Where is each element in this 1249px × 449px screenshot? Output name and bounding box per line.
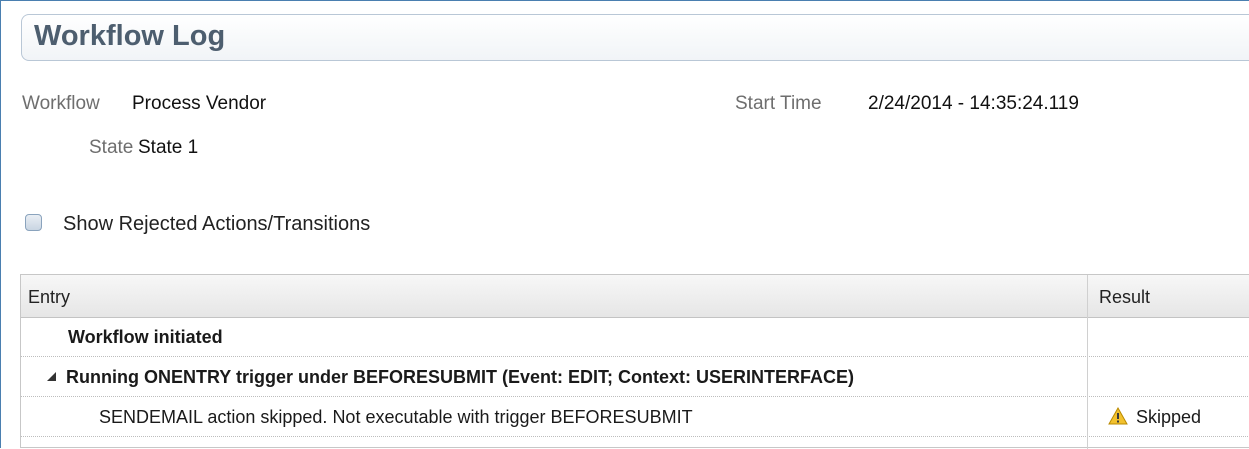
show-rejected-label[interactable]: Show Rejected Actions/Transitions [63,213,370,236]
expand-collapse-icon[interactable] [47,372,56,381]
workflow-value: Process Vendor [132,93,267,114]
window-left-edge [0,0,1,448]
window-top-edge [0,0,1249,9]
state-label: State [89,137,134,158]
grid-header: Entry Result [21,275,1249,318]
row-entry-text: Workflow initiated [68,327,223,347]
row-entry-text: SENDEMAIL action skipped. Not executable… [99,407,693,427]
column-header-result[interactable]: Result [1099,287,1150,308]
table-row[interactable]: Running ONENTRY trigger under BEFORESUBM… [21,357,1249,397]
row-entry-text: Running ONENTRY trigger under BEFORESUBM… [66,367,855,387]
page-title: Workflow Log [34,20,226,52]
page-header: Workflow Log [21,14,1249,61]
start-time-value: 2/24/2014 - 14:35:24.119 [868,93,1079,114]
state-value: State 1 [138,137,199,158]
table-row[interactable]: Workflow initiated [21,317,1249,357]
workflow-log-grid: Entry Result Workflow initiated Running … [20,274,1249,449]
table-row[interactable]: SENDEMAIL action skipped. Not executable… [21,397,1249,437]
column-divider [1087,275,1088,449]
row-result-text: Skipped [1136,407,1202,427]
workflow-label: Workflow [22,93,100,114]
start-time-label: Start Time [735,93,822,114]
warning-icon [1108,407,1128,425]
show-rejected-checkbox[interactable] [25,214,42,231]
column-header-entry[interactable]: Entry [28,287,70,308]
